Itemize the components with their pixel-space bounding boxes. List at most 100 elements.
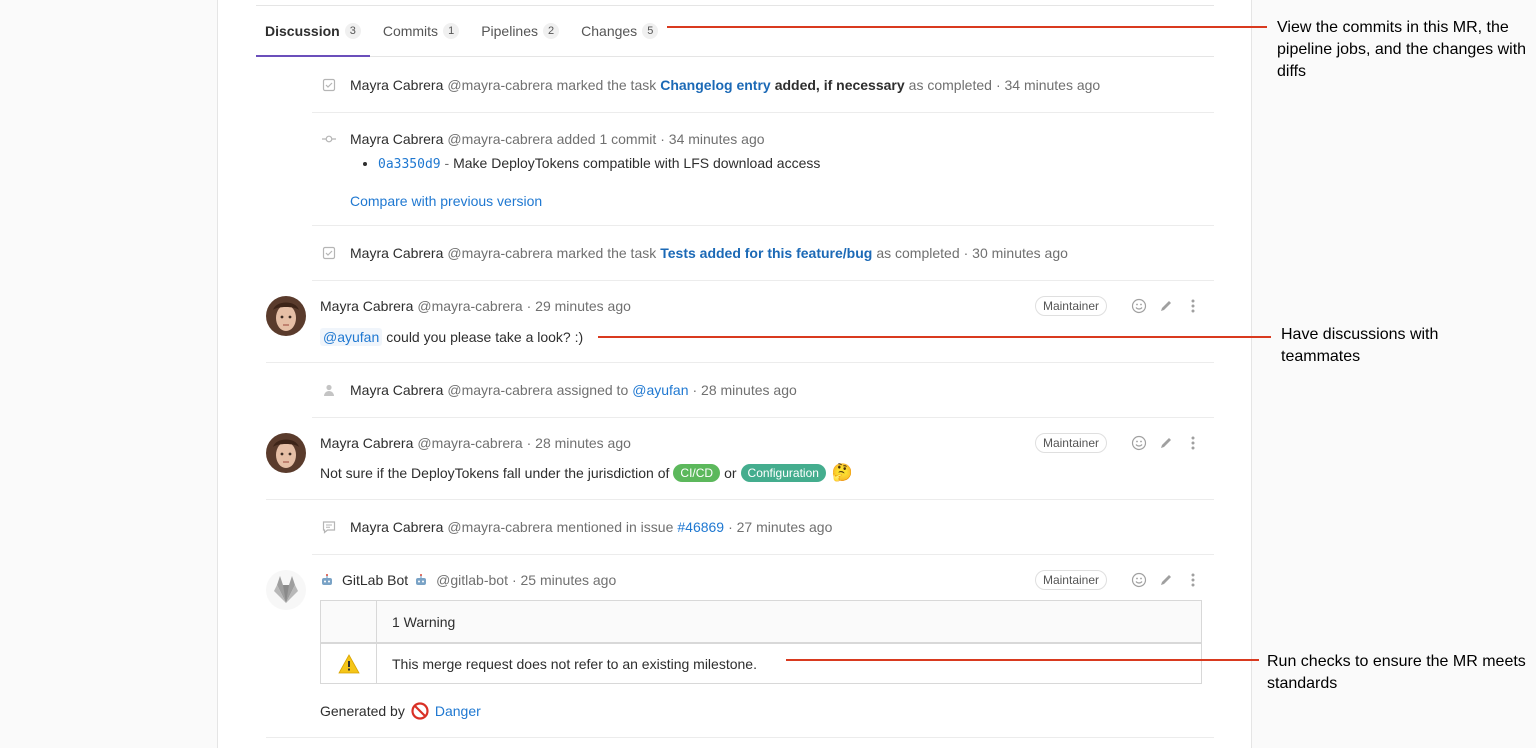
note-actions: Maintainer	[1034, 296, 1202, 316]
system-note-mentioned: Mayra Cabrera @mayra-cabrera mentioned i…	[312, 500, 1214, 555]
more-actions-icon[interactable]	[1184, 571, 1202, 589]
table-cell	[321, 644, 377, 683]
event-time[interactable]: · 34 minutes ago	[660, 131, 764, 147]
system-note-task-completed: Mayra Cabrera @mayra-cabrera marked the …	[312, 226, 1214, 281]
callout-discussions: Have discussions with teammates	[1281, 326, 1439, 365]
task-link[interactable]: Tests added for this feature/bug	[660, 245, 872, 261]
issue-link[interactable]: #46869	[677, 519, 724, 535]
no-entry-icon	[411, 702, 429, 720]
note-author[interactable]: Mayra Cabrera	[320, 435, 413, 451]
assignee-link[interactable]: @ayufan	[632, 382, 688, 398]
event-action: mentioned in issue	[556, 519, 674, 535]
label-ci-cd[interactable]: CI/CD	[673, 464, 721, 482]
event-time[interactable]: · 27 minutes ago	[728, 519, 832, 535]
pencil-edit-icon[interactable]	[1157, 571, 1175, 589]
robot-icon	[414, 573, 428, 587]
emoji-reaction-icon[interactable]	[1130, 297, 1148, 315]
task-link[interactable]: Changelog entry	[660, 77, 770, 93]
label-configuration[interactable]: Configuration	[740, 464, 826, 482]
pencil-edit-icon[interactable]	[1157, 297, 1175, 315]
event-action: added 1 commit	[556, 131, 657, 147]
generated-by: Generated by Danger	[320, 702, 481, 720]
event-handle[interactable]: @mayra-cabrera	[447, 131, 552, 147]
role-badge: Maintainer	[1034, 433, 1107, 453]
tab-changes[interactable]: Changes 5	[572, 6, 667, 56]
more-actions-icon[interactable]	[1184, 297, 1202, 315]
danger-link[interactable]: Danger	[435, 703, 481, 719]
tab-label: Commits	[382, 23, 439, 39]
event-author[interactable]: Mayra Cabrera	[350, 382, 443, 398]
event-author[interactable]: Mayra Cabrera	[350, 245, 443, 261]
table-row: This merge request does not refer to an …	[321, 642, 1201, 683]
task-rest: added, if necessary	[774, 77, 905, 93]
thinking-face-icon: 🤔	[831, 463, 854, 482]
tab-label: Pipelines	[481, 23, 539, 39]
user-avatar-icon	[266, 296, 306, 336]
callout-tabs: View the commits in this MR, the pipelin…	[1277, 19, 1527, 80]
note-conjunction: or	[724, 465, 737, 481]
emoji-reaction-icon[interactable]	[1130, 434, 1148, 452]
avatar[interactable]	[266, 570, 306, 610]
event-handle[interactable]: @mayra-cabrera	[447, 382, 552, 398]
event-time[interactable]: · 34 minutes ago	[996, 77, 1100, 93]
table-cell	[321, 601, 377, 642]
gitlab-logo-icon	[274, 576, 298, 603]
role-badge: Maintainer	[1034, 296, 1107, 316]
more-actions-icon[interactable]	[1184, 434, 1202, 452]
note-time[interactable]: · 28 minutes ago	[527, 435, 631, 451]
callout-line	[667, 26, 1267, 28]
note-author[interactable]: GitLab Bot	[342, 572, 408, 588]
bot-note: GitLab Bot @gitlab-bot · 25 minutes ago …	[266, 554, 1214, 738]
note-time[interactable]: · 29 minutes ago	[527, 298, 631, 314]
event-handle[interactable]: @mayra-cabrera	[447, 519, 552, 535]
user-mention[interactable]: @ayufan	[320, 328, 383, 346]
role-badge: Maintainer	[1034, 570, 1107, 590]
pencil-edit-icon[interactable]	[1157, 434, 1175, 452]
commit-icon	[322, 135, 336, 143]
emoji-reaction-icon[interactable]	[1130, 571, 1148, 589]
user-avatar-icon	[266, 433, 306, 473]
robot-icon	[320, 573, 334, 587]
table-header-row: 1 Warning	[321, 601, 1201, 642]
tab-count-badge: 3	[344, 22, 361, 39]
note-handle[interactable]: @mayra-cabrera	[417, 435, 522, 451]
note-author[interactable]: Mayra Cabrera	[320, 298, 413, 314]
event-handle[interactable]: @mayra-cabrera	[447, 77, 552, 93]
discussion-note: Mayra Cabrera @mayra-cabrera · 29 minute…	[266, 280, 1214, 363]
discussion-note: Mayra Cabrera @mayra-cabrera · 28 minute…	[266, 417, 1214, 500]
user-icon	[324, 384, 334, 396]
note-handle[interactable]: @gitlab-bot	[436, 572, 508, 588]
task-done-icon	[322, 246, 336, 260]
event-suffix: as completed	[876, 245, 960, 261]
note-text: Not sure if the DeployTokens fall under …	[320, 465, 670, 481]
avatar[interactable]	[266, 296, 306, 336]
event-author[interactable]: Mayra Cabrera	[350, 77, 443, 93]
event-action: marked the task	[556, 245, 657, 261]
event-suffix: as completed	[908, 77, 992, 93]
event-handle[interactable]: @mayra-cabrera	[447, 245, 552, 261]
note-text: could you please take a look? :)	[386, 329, 584, 345]
event-action: marked the task	[556, 77, 657, 93]
table-header: 1 Warning	[392, 613, 456, 630]
event-action: assigned to	[556, 382, 629, 398]
tab-discussion[interactable]: Discussion 3	[256, 6, 370, 57]
event-time[interactable]: · 28 minutes ago	[692, 382, 796, 398]
avatar[interactable]	[266, 433, 306, 473]
tab-pipelines[interactable]: Pipelines 2	[472, 6, 568, 56]
event-author[interactable]: Mayra Cabrera	[350, 519, 443, 535]
tab-count-badge: 5	[642, 23, 659, 39]
tab-count-badge: 1	[443, 23, 460, 39]
tab-count-badge: 2	[543, 23, 560, 39]
left-gutter	[0, 0, 218, 748]
callout-checks: Run checks to ensure the MR meets standa…	[1267, 653, 1526, 692]
tab-commits[interactable]: Commits 1	[374, 6, 468, 56]
note-actions: Maintainer	[1034, 433, 1202, 453]
event-time[interactable]: · 30 minutes ago	[964, 245, 1068, 261]
event-author[interactable]: Mayra Cabrera	[350, 131, 443, 147]
comment-icon	[322, 521, 336, 534]
note-time[interactable]: · 25 minutes ago	[512, 572, 616, 588]
tab-label: Discussion	[265, 22, 340, 39]
callout-line	[598, 336, 1271, 338]
note-handle[interactable]: @mayra-cabrera	[417, 298, 522, 314]
system-note-commit-added: Mayra Cabrera @mayra-cabrera added 1 com…	[312, 112, 1214, 226]
